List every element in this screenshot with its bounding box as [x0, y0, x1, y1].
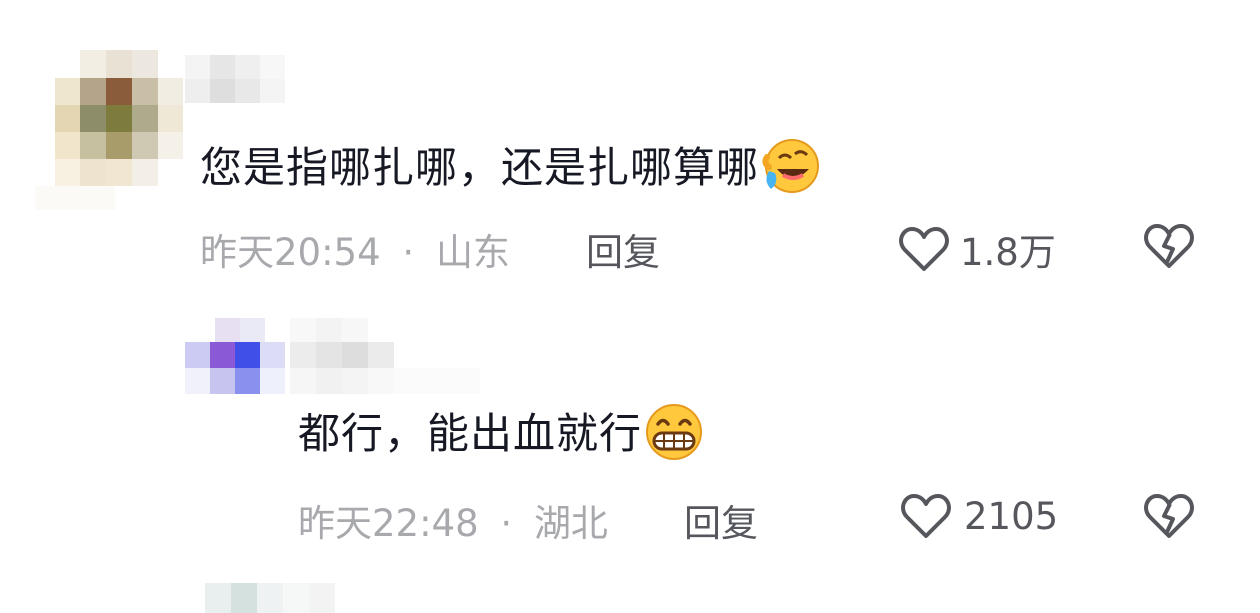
comment-location: 湖北 [533, 502, 608, 545]
meta-separator: · [402, 231, 415, 274]
comment-text: 都行，能出血就行 [298, 400, 706, 473]
comment-text: 您是指哪扎哪，还是扎哪算哪 [200, 134, 821, 207]
like-button[interactable]: 2105 [900, 492, 1058, 540]
meta-separator: · [500, 502, 513, 545]
comment-body: 都行，能出血就行 [298, 409, 643, 458]
like-button[interactable]: 1.8万 [898, 222, 1056, 276]
comment-meta: 昨天22:48 · 湖北 [298, 493, 608, 547]
avatar[interactable] [35, 50, 185, 210]
dislike-button[interactable] [1143, 492, 1195, 544]
comment-time: 昨天22:48 [298, 502, 479, 545]
reply-button[interactable]: 回复 [684, 493, 758, 547]
laughing-crying-emoji-icon [759, 135, 821, 207]
comment-time: 昨天20:54 [200, 231, 381, 274]
grinning-emoji-icon [642, 401, 706, 473]
like-count: 2105 [964, 494, 1059, 538]
username[interactable] [185, 55, 290, 103]
comment-meta: 昨天20:54 · 山东 [200, 222, 510, 276]
comment-location: 山东 [435, 231, 510, 274]
username[interactable] [290, 318, 480, 396]
broken-heart-icon [1143, 492, 1195, 540]
next-comment-avatar[interactable] [205, 583, 385, 613]
broken-heart-icon [1143, 222, 1195, 270]
dislike-button[interactable] [1143, 222, 1195, 274]
heart-icon [898, 225, 950, 273]
reply-button[interactable]: 回复 [586, 222, 660, 276]
like-count: 1.8万 [960, 231, 1056, 274]
heart-icon [900, 492, 952, 540]
avatar[interactable] [185, 318, 295, 396]
comment-body: 您是指哪扎哪，还是扎哪算哪 [200, 143, 760, 192]
